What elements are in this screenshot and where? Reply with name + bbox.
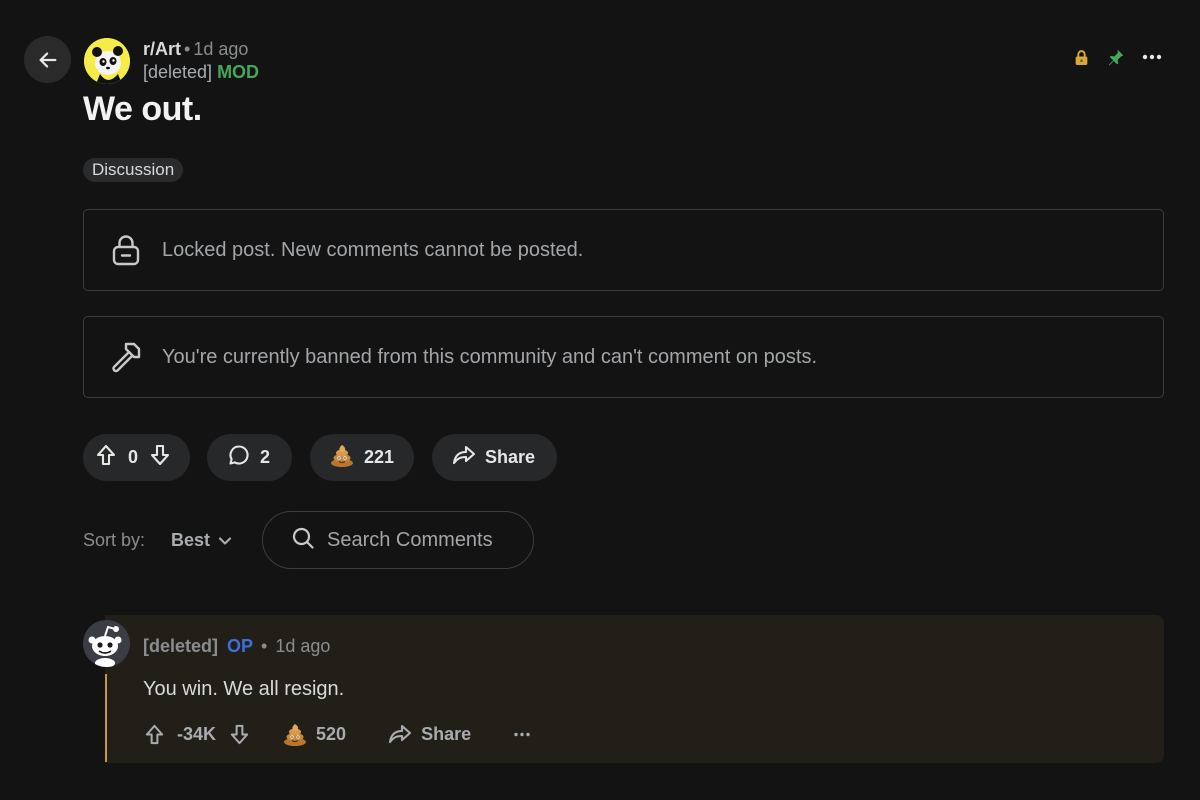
arrow-left-icon bbox=[39, 51, 56, 68]
sort-dropdown[interactable]: Best bbox=[171, 530, 232, 551]
chevron-down-icon bbox=[218, 530, 232, 551]
award-button[interactable]: 221 bbox=[310, 434, 414, 481]
vote-control: 0 bbox=[83, 434, 190, 481]
subreddit-name[interactable]: r/Art bbox=[143, 39, 181, 59]
banned-notice-text: You're currently banned from this commun… bbox=[162, 345, 817, 368]
comment-share-label: Share bbox=[421, 723, 472, 744]
post-time: 1d ago bbox=[193, 39, 249, 59]
poop-award-icon bbox=[329, 442, 355, 473]
comment-meta: [deleted] OP • 1d ago bbox=[143, 635, 330, 657]
poop-award-icon bbox=[284, 724, 307, 746]
panda-mascot-icon bbox=[84, 38, 130, 84]
comment-avatar[interactable] bbox=[83, 620, 130, 667]
thread-line[interactable] bbox=[105, 674, 107, 762]
share-arrow-icon bbox=[452, 444, 476, 471]
comment-share-button[interactable]: Share bbox=[388, 723, 471, 745]
mod-badge: MOD bbox=[217, 62, 260, 82]
award-count: 221 bbox=[364, 447, 395, 467]
comment-award-count: 520 bbox=[316, 723, 347, 744]
share-label: Share bbox=[485, 447, 536, 467]
locked-notice: Locked post. New comments cannot be post… bbox=[83, 209, 1164, 291]
subreddit-avatar[interactable] bbox=[84, 38, 130, 84]
comment-body: You win. We all resign. bbox=[143, 678, 345, 700]
post-status-icons bbox=[1073, 48, 1162, 66]
post-flair[interactable]: Discussion bbox=[83, 158, 184, 182]
ban-hammer-icon bbox=[109, 340, 143, 374]
comment-downvote-icon[interactable] bbox=[228, 723, 251, 746]
comment-time: 1d ago bbox=[275, 636, 331, 656]
author-line: [deleted] MOD bbox=[143, 61, 259, 83]
snoo-avatar-icon bbox=[83, 620, 130, 667]
more-options-icon[interactable] bbox=[1142, 54, 1162, 60]
search-icon bbox=[291, 526, 315, 555]
lock-outline-icon bbox=[109, 234, 143, 266]
share-button[interactable]: Share bbox=[432, 434, 557, 481]
comment-actions: -34K 520 Share bbox=[143, 721, 530, 747]
comments-button[interactable]: 2 bbox=[207, 434, 292, 481]
post-title: We out. bbox=[83, 90, 202, 128]
banned-notice: You're currently banned from this commun… bbox=[83, 316, 1164, 398]
separator-dot: • bbox=[184, 39, 191, 59]
comment-award-button[interactable]: 520 bbox=[282, 721, 346, 747]
comment-author[interactable]: [deleted] bbox=[143, 636, 218, 656]
upvote-icon[interactable] bbox=[94, 443, 118, 472]
post-score: 0 bbox=[128, 447, 139, 467]
comment-more-icon[interactable] bbox=[514, 732, 530, 737]
post-author[interactable]: [deleted] bbox=[143, 62, 212, 82]
sort-value: Best bbox=[171, 530, 211, 550]
comment-upvote-icon[interactable] bbox=[143, 723, 166, 746]
op-badge: OP bbox=[227, 636, 254, 656]
lock-icon bbox=[1073, 49, 1090, 66]
subreddit-line: r/Art • 1d ago bbox=[143, 38, 248, 60]
search-comments-input[interactable] bbox=[327, 528, 517, 552]
comment-count: 2 bbox=[260, 447, 271, 467]
comment-bubble-icon bbox=[227, 443, 251, 472]
pin-icon bbox=[1107, 48, 1125, 66]
downvote-icon[interactable] bbox=[148, 443, 172, 472]
sort-label: Sort by: bbox=[83, 530, 146, 550]
comment-score: -34K bbox=[177, 723, 217, 744]
locked-notice-text: Locked post. New comments cannot be post… bbox=[162, 238, 584, 261]
separator-dot: • bbox=[256, 636, 273, 656]
share-arrow-icon bbox=[389, 724, 412, 744]
back-button[interactable] bbox=[24, 36, 71, 83]
search-comments-box[interactable] bbox=[262, 511, 534, 569]
